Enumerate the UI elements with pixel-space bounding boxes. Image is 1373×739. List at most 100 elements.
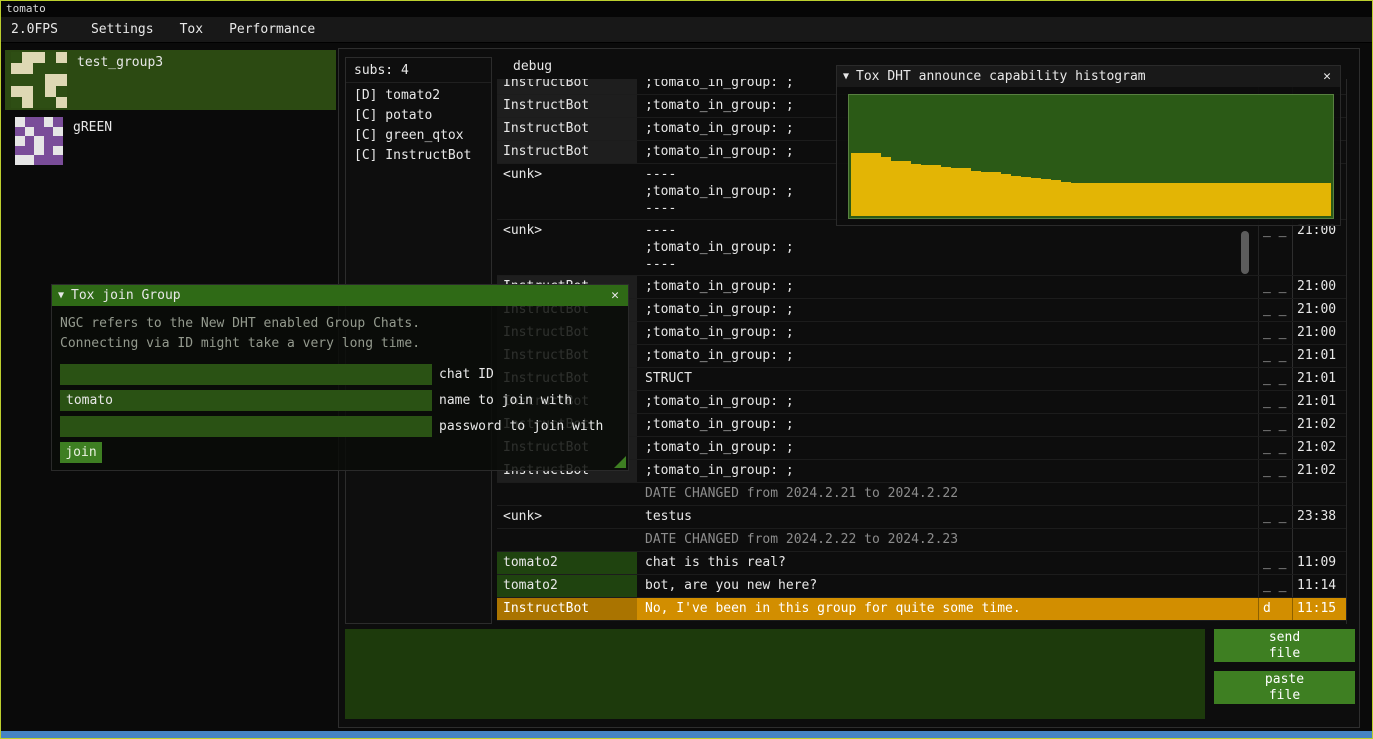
- avatar-pixel: [34, 155, 44, 165]
- chat-row-author: [497, 483, 637, 505]
- chat-row-flags: _ _: [1258, 552, 1292, 574]
- join-group-titlebar[interactable]: ▼ Tox join Group ✕: [52, 285, 628, 306]
- chat-row-time: 11:14: [1292, 575, 1347, 597]
- avatar-pixel: [53, 127, 63, 137]
- histogram-bar: [951, 168, 961, 216]
- chat-row-time: 21:02: [1292, 437, 1347, 459]
- avatar-pixel: [45, 63, 56, 74]
- avatar-pixel: [25, 117, 35, 127]
- chat-row-flags: _ _: [1258, 506, 1292, 528]
- collapse-arrow-icon[interactable]: ▼: [843, 71, 849, 82]
- chat-row-time: 21:00: [1292, 322, 1347, 344]
- avatar-pixel: [22, 97, 33, 108]
- avatar-pixel: [11, 97, 22, 108]
- chat-row-flags: _ _: [1258, 345, 1292, 367]
- chat-row-author: <unk>: [497, 506, 637, 528]
- histogram-bar: [1311, 183, 1321, 216]
- resize-grip[interactable]: [614, 456, 626, 468]
- dht-histogram-titlebar[interactable]: ▼ Tox DHT announce capability histogram …: [837, 66, 1340, 87]
- group-item-test_group3[interactable]: test_group3: [5, 50, 336, 110]
- join-input-chat-ID[interactable]: [60, 364, 432, 385]
- chat-row-time: 11:09: [1292, 552, 1347, 574]
- chat-row[interactable]: <unk>---- ;tomato_in_group: ; ----_ _21:…: [497, 220, 1346, 276]
- menu-tox[interactable]: Tox: [167, 22, 216, 37]
- subs-item[interactable]: [C] green_qtox: [346, 126, 491, 146]
- collapse-arrow-icon[interactable]: ▼: [58, 290, 64, 301]
- join-button[interactable]: join: [60, 442, 102, 463]
- avatar-pixel: [56, 97, 67, 108]
- avatar-pixel: [45, 74, 56, 85]
- chat-row-author: InstructBot: [497, 79, 637, 94]
- chat-row-author: InstructBot: [497, 598, 637, 620]
- avatar-pixel: [53, 136, 63, 146]
- chat-row-time: [1292, 529, 1347, 551]
- chat-row-author: InstructBot: [497, 141, 637, 163]
- chat-row-flags: _ _: [1258, 391, 1292, 413]
- chat-row-message: chat is this real?: [637, 552, 1258, 574]
- subs-item[interactable]: [C] potato: [346, 106, 491, 126]
- histogram-bar: [1071, 183, 1081, 216]
- histogram-bar: [991, 172, 1001, 216]
- histogram-bar: [971, 171, 981, 216]
- histogram-bar: [1241, 183, 1251, 216]
- avatar-pixel: [53, 146, 63, 156]
- avatar-pixel: [25, 127, 35, 137]
- chat-row-flags: _ _: [1258, 460, 1292, 482]
- avatar-pixel: [45, 86, 56, 97]
- message-input[interactable]: [345, 629, 1205, 719]
- chat-row[interactable]: <unk>testus_ _23:38: [497, 506, 1346, 529]
- subs-header: subs: 4: [346, 58, 491, 83]
- subs-item[interactable]: [D] tomato2: [346, 86, 491, 106]
- avatar-pixel: [22, 74, 33, 85]
- join-fields: chat IDname to join withpassword to join…: [52, 358, 628, 437]
- menu-performance[interactable]: Performance: [216, 22, 328, 37]
- join-field-label: password to join with: [439, 419, 603, 434]
- chat-row[interactable]: DATE CHANGED from 2024.2.21 to 2024.2.22: [497, 483, 1346, 506]
- chat-row[interactable]: tomato2bot, are you new here?_ _11:14: [497, 575, 1346, 598]
- avatar-pixel: [15, 127, 25, 137]
- chat-row-time: 21:02: [1292, 460, 1347, 482]
- chat-row-time: 21:00: [1292, 220, 1347, 275]
- avatar-pixel: [33, 74, 44, 85]
- window-title: tomato: [6, 2, 46, 15]
- chat-scrollbar-thumb[interactable]: [1241, 231, 1249, 274]
- histogram-bar: [851, 153, 861, 216]
- chat-row-author: <unk>: [497, 164, 637, 219]
- join-input-name-to-join-with[interactable]: [60, 390, 432, 411]
- chat-row-time: 23:38: [1292, 506, 1347, 528]
- group-item-green[interactable]: gREEN: [5, 115, 336, 175]
- chat-row-message: DATE CHANGED from 2024.2.21 to 2024.2.22: [637, 483, 1258, 505]
- histogram-bar: [921, 165, 931, 216]
- histogram-bar: [941, 167, 951, 216]
- histogram-bars: [851, 97, 1331, 216]
- chat-row-time: 21:02: [1292, 414, 1347, 436]
- avatar-pixel: [11, 52, 22, 63]
- avatar-pixel: [22, 52, 33, 63]
- chat-row[interactable]: InstructBotNo, I've been in this group f…: [497, 598, 1346, 621]
- chat-row[interactable]: DATE CHANGED from 2024.2.22 to 2024.2.23: [497, 529, 1346, 552]
- avatar-pixel: [11, 86, 22, 97]
- join-input-password-to-join-with[interactable]: [60, 416, 432, 437]
- histogram-bar: [931, 165, 941, 216]
- chat-row-flags: _ _: [1258, 368, 1292, 390]
- join-field-label: chat ID: [439, 367, 494, 382]
- histogram-bar: [1141, 183, 1151, 216]
- chat-row-flags: d: [1258, 598, 1292, 620]
- send-file-button[interactable]: send file: [1214, 629, 1355, 662]
- subs-item[interactable]: [C] InstructBot: [346, 146, 491, 166]
- close-icon[interactable]: ✕: [608, 288, 622, 303]
- avatar-pixel: [34, 136, 44, 146]
- avatar-pixel: [53, 117, 63, 127]
- histogram-bar: [1051, 180, 1061, 216]
- join-field-row: password to join with: [60, 416, 620, 437]
- avatar-pixel: [33, 63, 44, 74]
- avatar-pixel: [56, 74, 67, 85]
- histogram-bar: [1031, 178, 1041, 216]
- menu-settings[interactable]: Settings: [78, 22, 167, 37]
- paste-file-button[interactable]: paste file: [1214, 671, 1355, 704]
- chat-row[interactable]: tomato2chat is this real?_ _11:09: [497, 552, 1346, 575]
- chat-row-author: InstructBot: [497, 95, 637, 117]
- histogram-bar: [1081, 183, 1091, 216]
- close-icon[interactable]: ✕: [1320, 69, 1334, 84]
- histogram-bar: [1321, 183, 1331, 216]
